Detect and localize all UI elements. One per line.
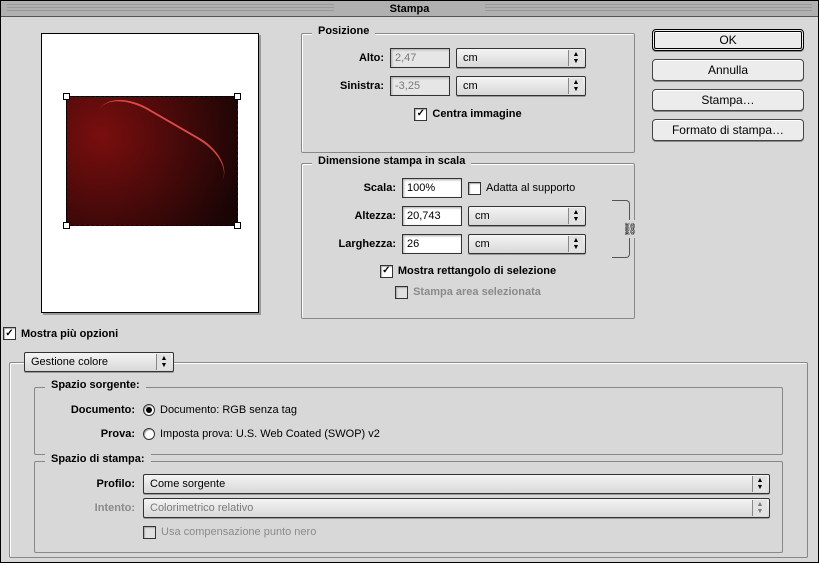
checkbox-icon: ✓ xyxy=(414,108,427,121)
position-title: Posizione xyxy=(312,25,375,37)
width-input[interactable]: 26 xyxy=(402,234,462,254)
checkbox-icon: ✓ xyxy=(380,265,393,278)
position-group: Posizione Alto: 2,47 cm Sinistra: -3,25 … xyxy=(301,33,635,153)
ok-button[interactable]: OK xyxy=(652,29,804,51)
scale-group: Dimensione stampa in scala Scala: 100% A… xyxy=(301,163,635,319)
print-button[interactable]: Stampa… xyxy=(652,89,804,111)
page-setup-button[interactable]: Formato di stampa… xyxy=(652,119,804,141)
proof-radio[interactable]: Imposta prova: U.S. Web Coated (SWOP) v2 xyxy=(143,428,380,440)
radio-icon xyxy=(143,428,155,440)
options-panel: Gestione colore Spazio sorgente: Documen… xyxy=(9,362,808,558)
checkbox-icon xyxy=(468,182,481,195)
print-space-group: Spazio di stampa: Profilo: Come sorgente… xyxy=(34,461,783,553)
scale-label: Scala: xyxy=(314,182,396,194)
checkbox-icon xyxy=(143,526,156,539)
bpc-checkbox: Usa compensazione punto nero xyxy=(143,526,316,539)
radio-icon xyxy=(143,404,155,416)
fit-media-checkbox[interactable]: Adatta al supporto xyxy=(468,182,575,195)
resize-handle-tr[interactable] xyxy=(234,93,241,100)
checkbox-icon: ✓ xyxy=(3,327,16,340)
resize-handle-tl[interactable] xyxy=(63,93,70,100)
spinner-icon[interactable] xyxy=(568,208,583,224)
profile-select[interactable]: Come sorgente xyxy=(143,474,770,494)
height-unit-select[interactable]: cm xyxy=(468,206,586,226)
proof-label: Prova: xyxy=(47,428,135,440)
print-selection-checkbox: Stampa area selezionata xyxy=(395,286,541,299)
spinner-icon[interactable] xyxy=(568,236,583,252)
width-unit-select[interactable]: cm xyxy=(468,234,586,254)
options-category-select[interactable]: Gestione colore xyxy=(24,352,174,372)
chain-link-icon[interactable]: ⛓ xyxy=(624,220,636,238)
intent-label: Intento: xyxy=(47,502,135,514)
spinner-icon[interactable] xyxy=(156,354,171,370)
spinner-icon xyxy=(752,500,767,516)
preview-image[interactable] xyxy=(66,96,238,226)
cancel-button[interactable]: Annulla xyxy=(652,59,804,81)
document-radio[interactable]: Documento: RGB senza tag xyxy=(143,404,297,416)
top-unit-select[interactable]: cm xyxy=(456,48,586,68)
spinner-icon[interactable] xyxy=(568,78,583,94)
height-input[interactable]: 20,743 xyxy=(402,206,462,226)
titlebar: Stampa xyxy=(1,1,818,17)
source-space-title: Spazio sorgente: xyxy=(45,379,146,391)
window-title: Stampa xyxy=(380,3,440,15)
top-label: Alto: xyxy=(314,52,384,64)
resize-handle-bl[interactable] xyxy=(63,222,70,229)
left-unit-select[interactable]: cm xyxy=(456,76,586,96)
spinner-icon[interactable] xyxy=(752,476,767,492)
height-label: Altezza: xyxy=(314,210,396,222)
scale-input[interactable]: 100% xyxy=(402,178,462,198)
left-input[interactable]: -3,25 xyxy=(390,76,450,96)
show-bbox-checkbox[interactable]: ✓ Mostra rettangolo di selezione xyxy=(380,265,556,278)
checkbox-icon xyxy=(395,286,408,299)
source-space-group: Spazio sorgente: Documento: Documento: R… xyxy=(34,387,783,455)
document-label: Documento: xyxy=(47,404,135,416)
spinner-icon[interactable] xyxy=(568,50,583,66)
dialog-buttons: OK Annulla Stampa… Formato di stampa… xyxy=(652,29,804,141)
left-label: Sinistra: xyxy=(314,80,384,92)
print-space-title: Spazio di stampa: xyxy=(45,453,151,465)
center-image-checkbox[interactable]: ✓ Centra immagine xyxy=(414,108,521,121)
print-preview[interactable] xyxy=(41,33,259,313)
print-dialog: Stampa OK Annulla Stampa… Formato di sta… xyxy=(0,0,819,563)
more-options-checkbox[interactable]: ✓ Mostra più opzioni xyxy=(3,327,118,340)
resize-handle-br[interactable] xyxy=(234,222,241,229)
intent-select: Colorimetrico relativo xyxy=(143,498,770,518)
width-label: Larghezza: xyxy=(314,238,396,250)
profile-label: Profilo: xyxy=(47,478,135,490)
top-input[interactable]: 2,47 xyxy=(390,48,450,68)
scale-title: Dimensione stampa in scala xyxy=(312,155,471,167)
